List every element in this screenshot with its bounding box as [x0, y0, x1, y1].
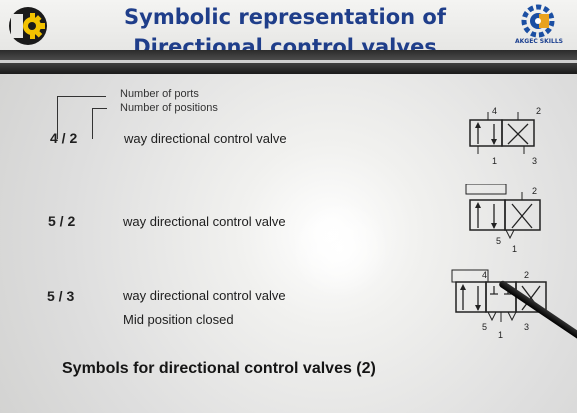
title-line-2: Directional control valves [133, 35, 437, 52]
port-label: 2 [532, 186, 537, 196]
slide-header: Symbolic representation of Directional c… [0, 0, 577, 52]
row-note: Mid position closed [123, 312, 234, 327]
port-label: 1 [492, 156, 497, 166]
row-description: way directional control valve [123, 214, 286, 229]
gear-logo-icon [6, 4, 50, 48]
port-label: 1 [498, 330, 503, 340]
port-label: 5 [482, 322, 487, 332]
port-label: 5 [496, 236, 501, 246]
slide-caption: Symbols for directional control valves (… [62, 360, 376, 377]
row-description: way directional control valve [123, 288, 286, 303]
port-label: 3 [532, 156, 537, 166]
valve-5-2-symbol: 2 5 1 [460, 184, 550, 254]
logo-caption: AKGEC SKILLS [515, 38, 563, 45]
title-line-1: Symbolic representation of [124, 5, 446, 29]
positions-bracket [92, 108, 107, 139]
row-ratio: 5 / 2 [48, 213, 76, 229]
projector-glare [280, 194, 400, 304]
row-ratio: 4 / 2 [50, 130, 78, 146]
title-divider-bar [0, 50, 577, 74]
port-label: 4 [492, 106, 497, 116]
ports-label: Number of ports [120, 88, 199, 100]
slide-body: Number of ports Number of positions 4 / … [0, 74, 577, 413]
port-label: 4 [482, 270, 487, 280]
row-ratio: 5 / 3 [47, 288, 75, 304]
port-label: 2 [536, 106, 541, 116]
port-label: 1 [512, 244, 517, 254]
port-label: 2 [524, 270, 529, 280]
positions-label: Number of positions [120, 102, 218, 114]
valve-4-2-symbol: 4 2 1 3 [462, 104, 548, 170]
row-description: way directional control valve [124, 131, 287, 146]
port-label: 3 [524, 322, 529, 332]
page-title: Symbolic representation of Directional c… [100, 2, 470, 52]
